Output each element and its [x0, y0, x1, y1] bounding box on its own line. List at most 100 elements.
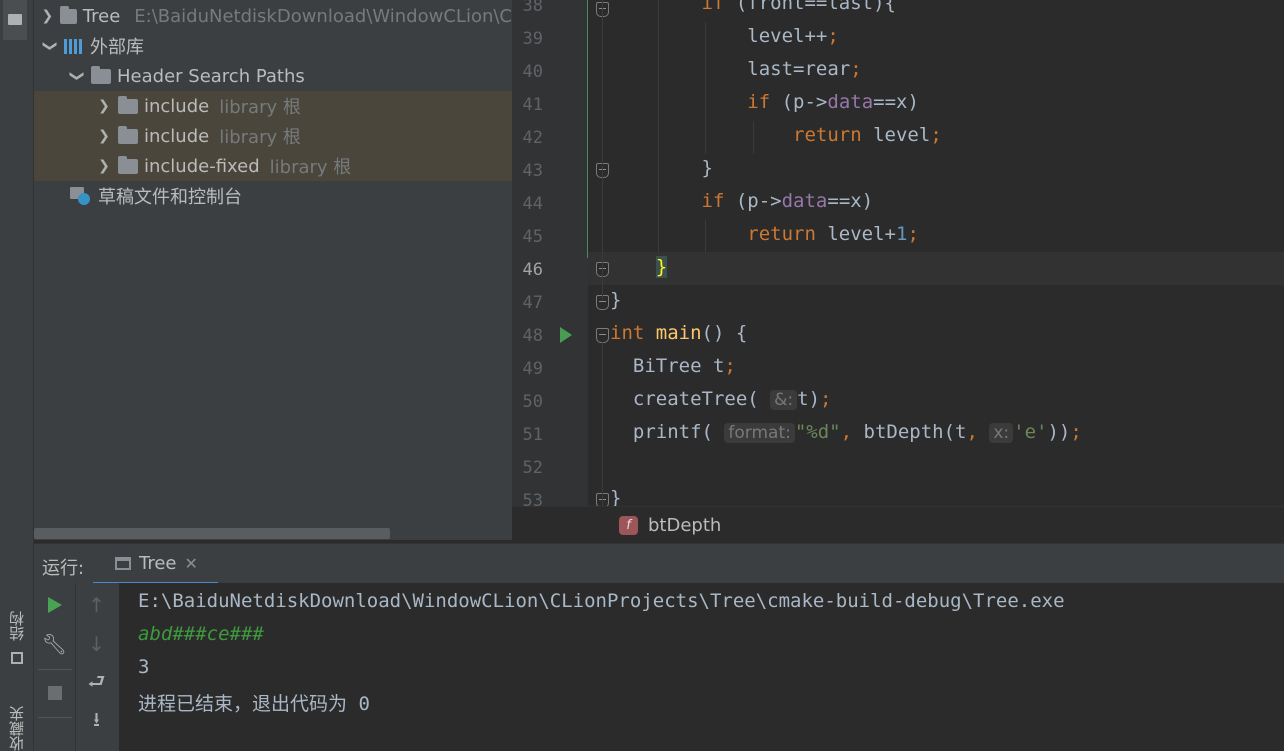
next-occurrence-button[interactable]: ↓ [76, 629, 117, 659]
tree-item-hint: library 根 [219, 97, 301, 118]
code-line-53[interactable]: } [610, 487, 621, 506]
tree-item-hint: library 根 [219, 127, 301, 148]
tree-item-label: include [144, 95, 210, 117]
code-line-48[interactable]: int main() { [610, 322, 747, 344]
tree-item-include-1[interactable]: ❯ include library 根 [34, 91, 512, 121]
chevron-right-icon[interactable]: ❯ [96, 128, 112, 144]
toolbar-separator [38, 717, 72, 718]
code-line-40[interactable]: last=rear; [610, 58, 861, 80]
line-number: 44 [522, 194, 543, 214]
editor-breadcrumb[interactable]: f btDepth [512, 506, 1284, 543]
run-toolbar-secondary: ↑ ↓ ⮐ ⭳ [76, 583, 119, 751]
tree-item-include-2[interactable]: ❯ include library 根 [34, 121, 512, 151]
run-panel-title: 运行: [42, 558, 85, 579]
code-line-50[interactable]: createTree( &: t); [610, 388, 831, 410]
code-line-45[interactable]: return level+1; [610, 223, 919, 245]
console-window-icon [115, 556, 131, 570]
folder-icon [8, 14, 22, 25]
structure-tab-label: 结构 [8, 611, 26, 642]
parameter-hint: x: [989, 423, 1014, 443]
run-panel-header: 运行: Tree ✕ [34, 543, 1284, 585]
library-icon [64, 38, 84, 54]
code-line-38[interactable]: if (front==last){ [610, 0, 896, 14]
code-line-41[interactable]: if (p->data==x) [610, 91, 919, 113]
play-icon [47, 597, 62, 613]
soft-wrap-button[interactable]: ⮐ [76, 669, 117, 699]
function-icon: f [619, 515, 638, 535]
run-gutter-icon[interactable] [560, 327, 572, 343]
chevron-down-icon[interactable]: ❯ [69, 68, 85, 84]
console-exit-message: 进程已结束，退出代码为 0 [138, 693, 370, 715]
indent-guide [602, 0, 603, 300]
line-number: 48 [522, 326, 543, 346]
structure-icon [11, 652, 23, 664]
code-editor[interactable]: 38 39 40 41 42 43 44 45 46 47 48 49 50 5… [512, 0, 1284, 506]
tree-item-hint: library 根 [269, 157, 352, 178]
line-number: 42 [522, 128, 543, 148]
soft-wrap-icon: ⮐ [87, 669, 106, 693]
chevron-down-icon[interactable]: ❯ [42, 38, 58, 54]
tree-item-path: E:\BaiduNetdiskDownload\WindowCLion\C [134, 5, 512, 27]
stop-button[interactable] [34, 678, 75, 708]
code-line-49[interactable]: BiTree t; [610, 355, 736, 377]
code-line-44[interactable]: if (p->data==x) [610, 190, 874, 212]
project-tool-tab[interactable] [3, 0, 27, 40]
line-number: 53 [522, 491, 543, 506]
tree-item-external-libraries[interactable]: ❯ 外部库 [34, 31, 512, 61]
folder-icon [118, 125, 138, 144]
scroll-to-end-button[interactable]: ⭳ [76, 707, 117, 737]
fold-marker-icon[interactable] [596, 328, 609, 343]
line-number: 40 [522, 62, 543, 82]
tree-item-label: include-fixed [144, 155, 260, 177]
line-number: 50 [522, 392, 543, 412]
code-line-51[interactable]: printf( format: "%d", btDepth(t, x:'e')); [610, 421, 1082, 443]
indent-guide [602, 342, 603, 506]
rerun-button[interactable] [34, 590, 75, 620]
chevron-right-icon[interactable]: ❯ [96, 158, 112, 174]
tree-item-scratches[interactable]: 草稿文件和控制台 [34, 181, 512, 211]
console-line: E:\BaiduNetdiskDownload\WindowCLion\CLio… [138, 590, 1065, 612]
arrow-up-icon: ↑ [88, 593, 105, 617]
console-line: 3 [138, 656, 150, 678]
chevron-right-icon[interactable]: ❯ [96, 98, 112, 114]
line-number: 45 [522, 227, 543, 247]
tree-item-label: Tree [82, 5, 121, 27]
favorites-tool-tab[interactable]: 收藏夹 [6, 690, 27, 751]
parameter-hint: &: [770, 390, 798, 410]
code-line-47[interactable]: } [610, 289, 621, 311]
wrench-icon: 🔧︎ [41, 632, 68, 656]
code-line-43[interactable]: } [610, 157, 713, 179]
current-line-highlight [588, 252, 1284, 285]
structure-tool-tab[interactable]: 结构 [6, 604, 27, 664]
scratch-console-icon [70, 187, 90, 205]
line-number: 39 [522, 29, 543, 49]
folder-icon [118, 155, 138, 174]
settings-button[interactable]: 🔧︎ [34, 629, 75, 659]
previous-occurrence-button[interactable]: ↑ [76, 590, 117, 620]
tree-item-project[interactable]: ❯ Tree E:\BaiduNetdiskDownload\WindowCLi… [34, 1, 512, 31]
chevron-right-icon[interactable]: ❯ [41, 8, 54, 24]
toolbar-separator [38, 669, 72, 670]
line-number: 38 [522, 0, 543, 16]
line-number: 52 [522, 458, 543, 478]
tree-item-header-search-paths[interactable]: ❯ Header Search Paths [34, 61, 512, 91]
line-number: 47 [522, 293, 543, 313]
run-console-output[interactable]: E:\BaiduNetdiskDownload\WindowCLion\CLio… [119, 583, 1284, 751]
line-number: 41 [522, 95, 543, 115]
line-number: 43 [522, 161, 543, 181]
line-number-current: 46 [522, 260, 543, 280]
run-tab-tree[interactable]: Tree ✕ [93, 544, 218, 585]
console-input-echo: abd###ce### [138, 623, 264, 645]
breadcrumb-function-label[interactable]: btDepth [648, 515, 721, 536]
horizontal-scrollbar[interactable] [34, 528, 390, 539]
tree-item-include-fixed[interactable]: ❯ include-fixed library 根 [34, 151, 512, 181]
code-line-39[interactable]: level++; [610, 25, 839, 47]
code-line-46[interactable]: } [610, 256, 668, 278]
close-icon[interactable]: ✕ [185, 554, 198, 573]
stop-icon [47, 686, 62, 700]
run-toolbar-primary: 🔧︎ [34, 583, 76, 751]
folder-icon [60, 5, 77, 24]
tree-item-label: include [144, 125, 210, 147]
project-tree-panel: ❯ Tree E:\BaiduNetdiskDownload\WindowCLi… [34, 0, 512, 540]
code-line-42[interactable]: return level; [610, 124, 942, 146]
